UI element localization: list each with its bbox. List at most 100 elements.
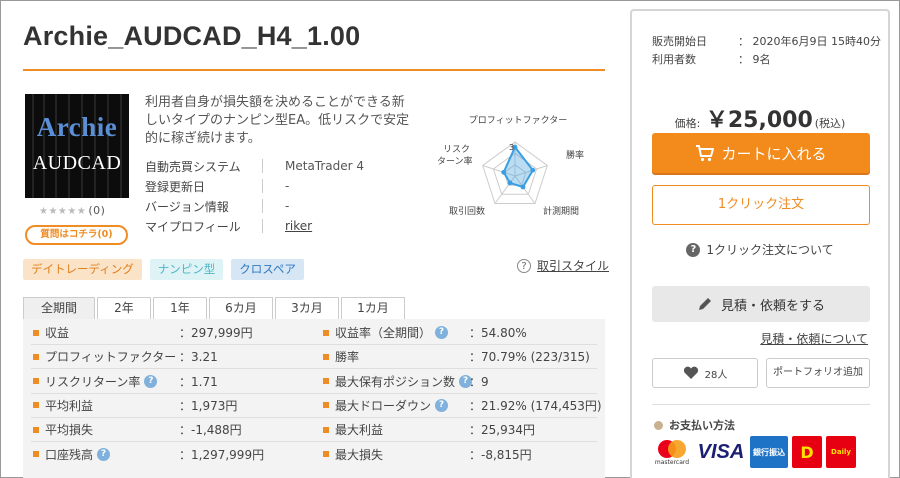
thumbnail-title: Archie — [36, 112, 118, 142]
stat-value: ：1.71 — [179, 374, 218, 389]
tag-daytrading[interactable]: デイトレーディング — [23, 259, 142, 280]
tag-nanpin[interactable]: ナンピン型 — [149, 259, 224, 280]
tag-crosspair[interactable]: クロスペア — [231, 259, 304, 280]
stat-value: ：70.79% (223/315) — [469, 350, 590, 365]
tab-1m[interactable]: 1カ月 — [341, 297, 405, 319]
bullet-icon — [654, 420, 663, 430]
radar-label-pf: プロフィットファクター — [469, 115, 567, 126]
bullet-icon — [323, 353, 329, 360]
stat-value: ：-1,488円 — [179, 423, 242, 438]
quote-about-link[interactable]: 見積・依頼について — [760, 330, 868, 347]
spec-label: 自動売買システム — [145, 159, 241, 174]
stat-label: リスクリターン率 — [45, 374, 141, 389]
star-icons: ★★★★★ — [39, 206, 87, 217]
stat-label: 収益率（全期間） — [335, 326, 432, 340]
stat-row: 口座残高? ：1,297,999円 最大損失 ：-8,815円 — [23, 443, 605, 465]
profile-link[interactable]: riker — [285, 219, 312, 233]
title-rule — [23, 69, 605, 71]
rating-stars: ★★★★★ (0) — [39, 204, 105, 217]
help-icon[interactable]: ? — [144, 374, 158, 388]
radar-point — [507, 180, 513, 186]
spec-row: 登録更新日 - — [145, 176, 410, 196]
radar-label-period: 計測期間 — [543, 205, 579, 217]
bullet-icon — [323, 402, 329, 409]
tab-all[interactable]: 全期間 — [23, 297, 95, 319]
stat-right-label-cell: 最大損失 — [323, 446, 383, 463]
users-row: 利用者数 ： 9名 — [652, 51, 881, 69]
tab-6m[interactable]: 6カ月 — [209, 297, 273, 319]
price-label: 価格: — [674, 117, 701, 130]
spec-divider — [262, 159, 263, 173]
payment-title: お支払い方法 — [654, 417, 735, 433]
mastercard-label: mastercard — [654, 458, 690, 466]
spec-divider — [262, 179, 263, 193]
add-portfolio-button[interactable]: ポートフォリオ追加 — [766, 358, 870, 388]
radar-point — [530, 167, 536, 173]
stat-value: ：1,973円 — [179, 398, 238, 413]
tab-1y[interactable]: 1年 — [153, 297, 207, 319]
stat-left-label-cell: プロフィットファクター — [33, 348, 176, 365]
stat-label: 最大ドローダウン — [335, 398, 432, 413]
bullet-icon — [33, 426, 39, 433]
stat-label: 収益 — [45, 326, 70, 340]
stat-right-label-cell: 勝率 — [323, 348, 359, 365]
product-title: Archie_AUDCAD_H4_1.00 — [23, 21, 361, 51]
add-to-cart-button[interactable]: カートに入れる — [652, 133, 870, 173]
purchase-sidebar: 販売開始日 ： 2020年6月9日 15時40分 利用者数 ： 9名 価格: ￥25… — [630, 9, 890, 478]
price: 価格: ￥25,000 (税込) — [632, 102, 888, 134]
stat-value: ：297,999円 — [179, 326, 253, 340]
stat-left-label-cell: 平均利益 — [33, 397, 93, 414]
help-icon[interactable]: ? — [97, 447, 111, 461]
stat-left-label-cell: 口座残高? — [33, 446, 111, 463]
quote-request-button[interactable]: 見積・依頼をする — [652, 286, 870, 322]
spec-divider — [262, 199, 263, 213]
sale-start-row: 販売開始日 ： 2020年6月9日 15時40分 — [652, 33, 881, 51]
price-amount: ￥25,000 — [705, 108, 813, 133]
bullet-icon — [33, 451, 39, 457]
spec-value: MetaTrader 4 — [285, 159, 365, 173]
spec-value: - — [285, 199, 290, 213]
stat-row: 平均損失 ：-1,488円 最大利益 ：25,934円 — [23, 418, 605, 440]
question-icon: ? — [686, 242, 701, 257]
help-icon[interactable]: ? — [435, 398, 449, 412]
stat-label: 最大損失 — [335, 447, 384, 462]
favorite-button[interactable]: 28人 — [652, 358, 758, 388]
quote-label: 見積・依頼をする — [720, 298, 825, 314]
stat-label: プロフィットファクター — [45, 350, 177, 365]
tab-3m[interactable]: 3カ月 — [275, 297, 339, 319]
thumbnail-pattern — [32, 94, 122, 198]
spec-divider — [262, 219, 263, 233]
users-label: 利用者数 — [652, 53, 696, 66]
one-click-about-link[interactable]: ? 1クリック注文について — [632, 241, 888, 258]
d-payment-icon: D — [792, 436, 822, 468]
stat-label: 最大保有ポジション数 — [335, 374, 456, 389]
radar-label-return: ターン率 — [437, 155, 473, 167]
trade-style-label: 取引スタイル — [537, 259, 610, 273]
question-icon: ? — [517, 258, 531, 273]
stat-row: 平均利益 ：1,973円 最大ドローダウン? ：21.92% (174,453円… — [23, 394, 605, 416]
spec-row: マイプロフィール riker — [145, 216, 410, 236]
sidebar-divider — [652, 404, 870, 405]
tab-2y[interactable]: 2年 — [97, 297, 151, 319]
spec-value: - — [285, 179, 290, 193]
radar-scale-label: 3 — [509, 143, 514, 152]
sale-start-label: 販売開始日 — [652, 35, 707, 48]
price-tax: (税込) — [814, 117, 846, 130]
users-value: ： 9名 — [738, 53, 771, 66]
radar-point — [520, 184, 526, 190]
trade-style-link[interactable]: ? 取引スタイル — [517, 257, 609, 274]
performance-radar-chart: プロフィットファクター 勝率 計測期間 取引回数 リスク ターン率 3 — [437, 115, 584, 217]
review-count: (0) — [88, 204, 106, 217]
heart-icon — [683, 366, 698, 379]
bullet-icon — [33, 329, 39, 336]
stats-panel: 収益 ：297,999円 収益率（全期間）? ：54.80% プロフィットファク… — [23, 319, 605, 478]
stat-right-label-cell: 最大ドローダウン? — [323, 397, 449, 414]
product-thumbnail[interactable]: Archie AUDCAD — [25, 94, 129, 198]
help-icon[interactable]: ? — [435, 326, 449, 339]
stat-right-label-cell: 収益率（全期間）? — [323, 324, 449, 341]
bank-transfer-icon: 銀行振込 — [750, 436, 788, 468]
stat-left-label-cell: 収益 — [33, 324, 69, 341]
stat-label: 勝率 — [335, 350, 360, 365]
one-click-order-button[interactable]: 1クリック注文 — [652, 185, 870, 225]
question-button[interactable]: 質問はコチラ(0) — [25, 225, 128, 245]
